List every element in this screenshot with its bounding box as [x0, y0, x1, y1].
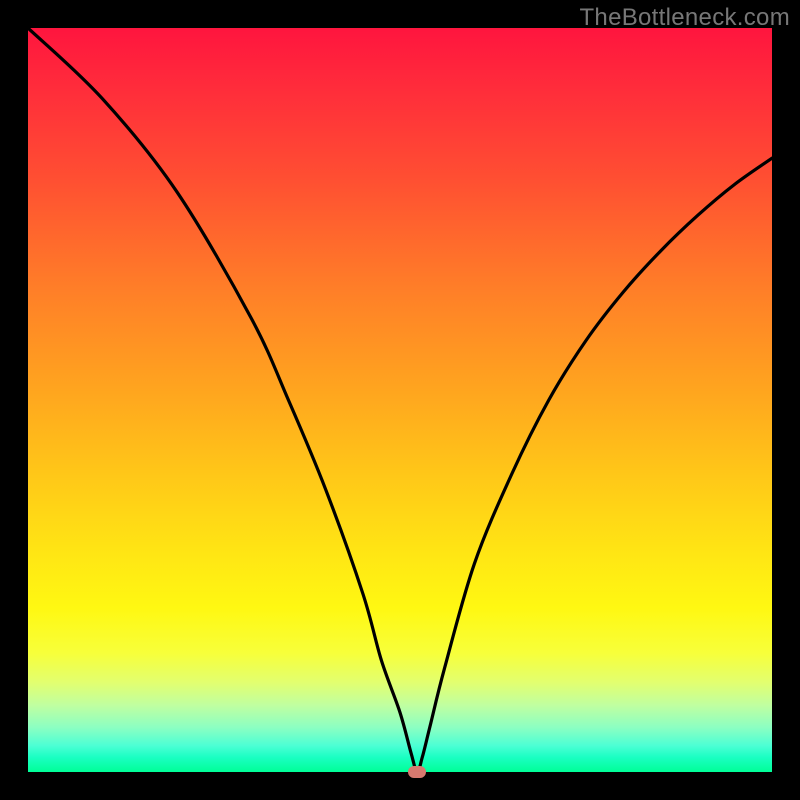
chart-container: TheBottleneck.com	[0, 0, 800, 800]
line-plot	[28, 28, 772, 772]
minimum-marker	[408, 766, 426, 778]
bottleneck-curve	[28, 28, 772, 772]
plot-area	[28, 28, 772, 772]
